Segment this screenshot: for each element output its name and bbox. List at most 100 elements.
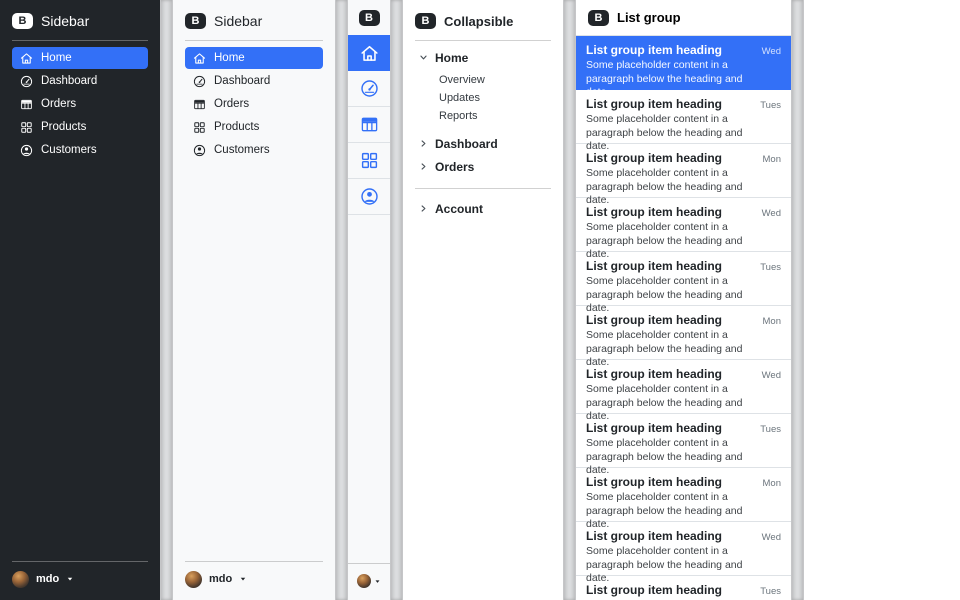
icon-nav-products[interactable] — [348, 143, 390, 179]
caret-down-icon — [239, 575, 247, 583]
divider — [185, 561, 323, 562]
brand-link[interactable]: B Sidebar — [12, 10, 148, 32]
divider — [12, 40, 148, 41]
collapse-toggle-dashboard[interactable]: Dashboard — [415, 133, 551, 154]
list-item-day: Wed — [762, 46, 781, 57]
house-icon — [20, 52, 33, 65]
example-divider — [563, 0, 576, 600]
house-icon — [193, 52, 206, 65]
example-divider — [390, 0, 403, 600]
avatar — [357, 574, 371, 588]
list-group-item[interactable]: List group item headingMonSome placehold… — [576, 144, 791, 198]
sidebar-item-orders[interactable]: Orders — [12, 93, 148, 115]
list-group-item[interactable]: List group item headingMonSome placehold… — [576, 468, 791, 522]
icon-nav-orders[interactable] — [348, 107, 390, 143]
chevron-right-icon — [419, 204, 428, 213]
list-group-item[interactable]: List group item headingTuesSome placehol… — [576, 576, 791, 600]
sidebar-list-group: B List group List group item headingWedS… — [576, 0, 791, 600]
divider — [12, 561, 148, 562]
sidebar-light: B Sidebar Home Dashboard Orders Products Cus… — [173, 0, 335, 600]
speedometer-icon — [360, 79, 379, 98]
list-item-heading: List group item heading — [586, 421, 722, 435]
bootstrap-logo-icon: B — [415, 13, 436, 29]
list-group-item[interactable]: List group item headingWedSome placehold… — [576, 522, 791, 576]
divider — [415, 40, 551, 41]
collapse-toggle-orders[interactable]: Orders — [415, 156, 551, 177]
list-item-day: Mon — [763, 316, 781, 327]
list-group: List group item headingWedSome placehold… — [576, 36, 791, 600]
example-divider — [791, 0, 804, 600]
list-item-heading: List group item heading — [586, 205, 722, 219]
list-item-day: Wed — [762, 208, 781, 219]
bootstrap-logo-icon: B — [185, 13, 206, 29]
user-menu[interactable]: mdo — [12, 568, 148, 590]
list-group-item[interactable]: List group item headingWedSome placehold… — [576, 360, 791, 414]
avatar — [12, 571, 29, 588]
sidebar-item-label: Products — [41, 121, 86, 133]
sidebar-item-home[interactable]: Home — [12, 47, 148, 69]
list-group-item[interactable]: List group item headingWedSome placehold… — [576, 36, 791, 90]
user-menu[interactable] — [348, 563, 390, 600]
list-group-item[interactable]: List group item headingMonSome placehold… — [576, 306, 791, 360]
sidebar-item-customers[interactable]: Customers — [12, 139, 148, 161]
sidebar-item-label: Products — [214, 121, 259, 133]
sidebar-item-dashboard[interactable]: Dashboard — [12, 70, 148, 92]
list-item-day: Mon — [763, 478, 781, 489]
section-label: Dashboard — [435, 137, 498, 151]
list-group-item[interactable]: List group item headingWedSome placehold… — [576, 198, 791, 252]
sidebar-item-label: Home — [41, 52, 72, 64]
list-item-day: Mon — [763, 154, 781, 165]
sidebar-item-orders[interactable]: Orders — [185, 93, 323, 115]
brand-link[interactable]: B Collapsible — [415, 10, 551, 32]
grid-icon — [20, 121, 33, 134]
sidebar-item-products[interactable]: Products — [12, 116, 148, 138]
sidebar-item-label: Dashboard — [41, 75, 97, 87]
submenu: OverviewUpdatesReports — [415, 71, 551, 125]
example-divider — [160, 0, 173, 600]
brand-link[interactable]: B Sidebar — [185, 10, 323, 32]
table-icon — [193, 98, 206, 111]
list-group-item[interactable]: List group item headingTuesSome placehol… — [576, 90, 791, 144]
chevron-right-icon — [419, 139, 428, 148]
list-item-day: Tues — [760, 100, 781, 111]
divider — [185, 40, 323, 41]
icon-nav-home[interactable] — [348, 35, 390, 71]
user-name: mdo — [209, 573, 232, 585]
list-item-day: Tues — [760, 586, 781, 597]
submenu-item-updates[interactable]: Updates — [439, 89, 551, 107]
brand-link[interactable]: B List group — [576, 0, 791, 36]
icon-nav-customers[interactable] — [348, 179, 390, 215]
list-item-day: Wed — [762, 532, 781, 543]
sidebar-dark: B Sidebar Home Dashboard Orders Products Cus… — [0, 0, 160, 600]
list-group-item[interactable]: List group item headingTuesSome placehol… — [576, 414, 791, 468]
sidebar-item-products[interactable]: Products — [185, 116, 323, 138]
sidebar-item-customers[interactable]: Customers — [185, 139, 323, 161]
table-icon — [360, 115, 379, 134]
sidebar-title: List group — [617, 10, 681, 25]
sidebar-item-label: Dashboard — [214, 75, 270, 87]
person-circle-icon — [360, 187, 379, 206]
list-item-day: Tues — [760, 424, 781, 435]
icon-nav-dashboard[interactable] — [348, 71, 390, 107]
sidebar-item-label: Home — [214, 52, 245, 64]
brand-link[interactable]: B — [348, 0, 390, 35]
grid-icon — [360, 151, 379, 170]
submenu-item-reports[interactable]: Reports — [439, 107, 551, 125]
list-item-heading: List group item heading — [586, 529, 722, 543]
sidebar-item-home[interactable]: Home — [185, 47, 323, 69]
collapsible-nav: Home OverviewUpdatesReports Dashboard Order… — [415, 47, 551, 221]
bootstrap-logo-icon: B — [12, 13, 33, 29]
house-icon — [360, 44, 379, 63]
sidebar-item-label: Customers — [214, 144, 270, 156]
collapse-toggle-account[interactable]: Account — [415, 198, 551, 219]
list-item-day: Tues — [760, 262, 781, 273]
list-group-item[interactable]: List group item headingTuesSome placehol… — [576, 252, 791, 306]
collapse-toggle-home[interactable]: Home — [415, 47, 551, 68]
person-circle-icon — [193, 144, 206, 157]
user-menu[interactable]: mdo — [185, 568, 323, 590]
user-name: mdo — [36, 573, 59, 585]
sidebar-item-dashboard[interactable]: Dashboard — [185, 70, 323, 92]
icon-nav — [348, 35, 390, 215]
submenu-item-overview[interactable]: Overview — [439, 71, 551, 89]
sidebar-title: Sidebar — [41, 13, 89, 29]
